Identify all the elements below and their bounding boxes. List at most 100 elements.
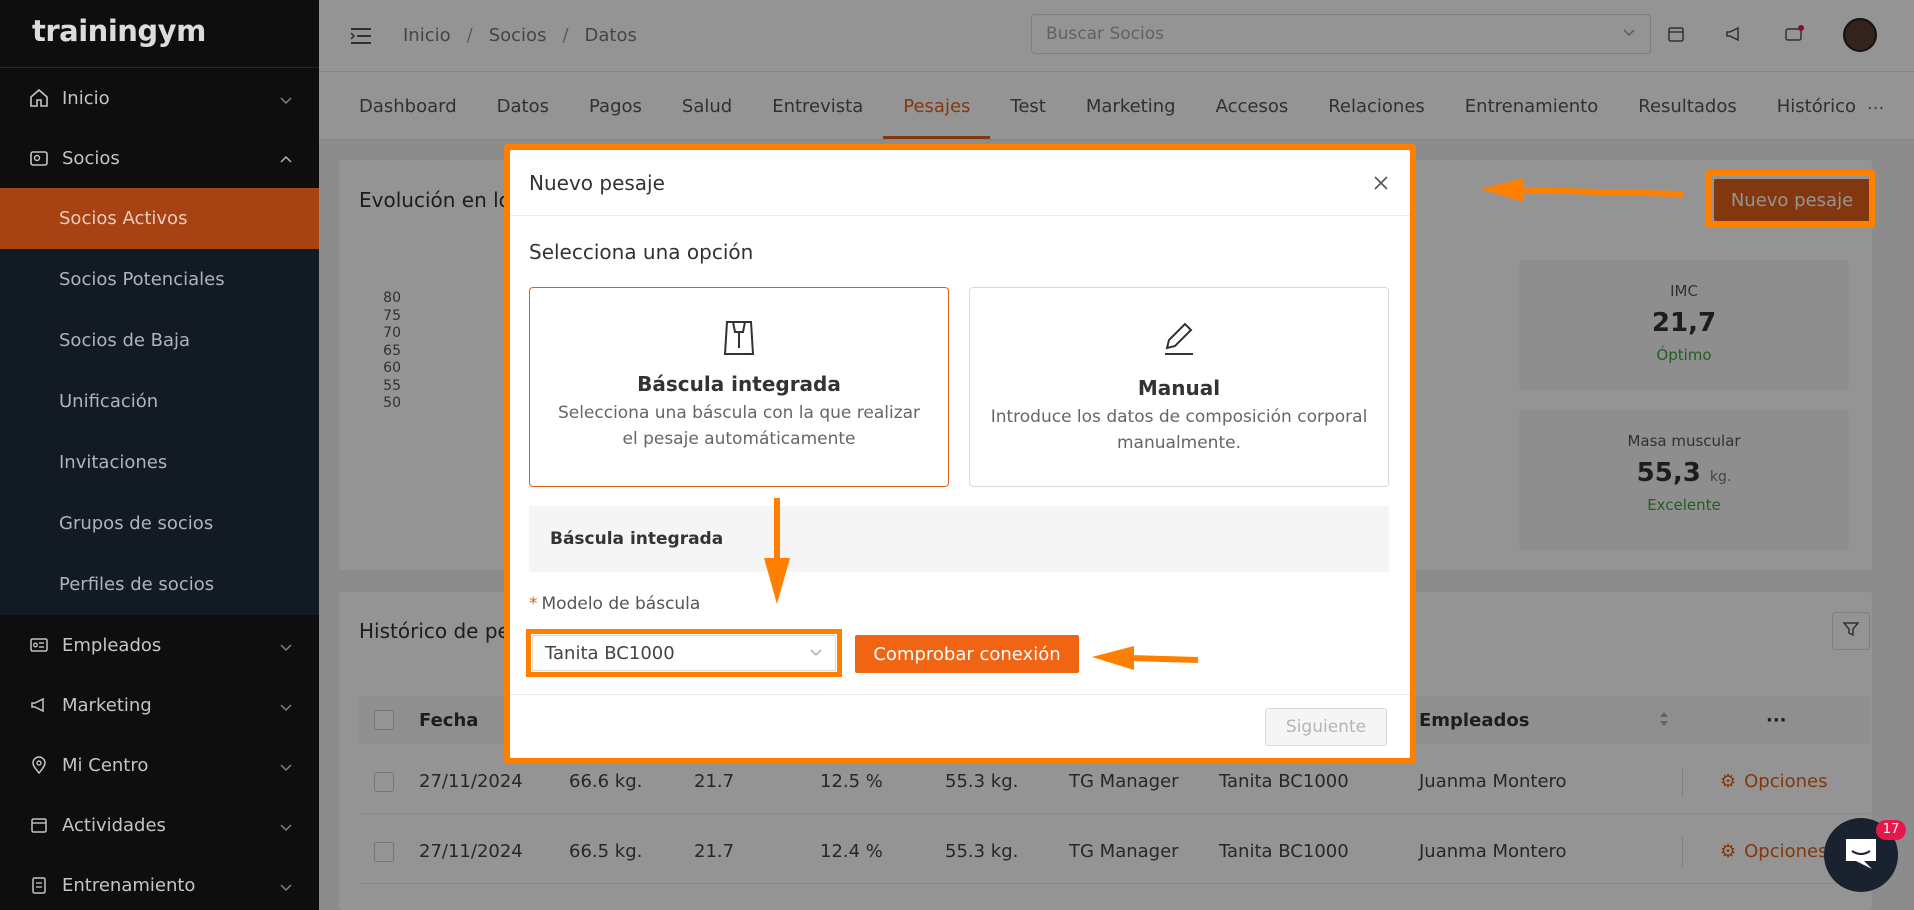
- y-tick-label: 70: [383, 325, 401, 341]
- cell-empleado: Juanma Montero: [1419, 771, 1567, 792]
- sidebar-subitem-grupos[interactable]: Grupos de socios: [0, 493, 319, 554]
- calendar-icon[interactable]: [1666, 24, 1688, 46]
- stat-masa-muscular: Masa muscular 55,3 kg. Excelente: [1519, 410, 1849, 550]
- options-link[interactable]: ⚙ Opciones: [1720, 841, 1828, 862]
- breadcrumb: Inicio / Socios / Datos: [403, 25, 637, 46]
- sidebar-subitem-unificacion[interactable]: Unificación: [0, 371, 319, 432]
- tab-dashboard[interactable]: Dashboard: [339, 96, 477, 139]
- option-title: Báscula integrada: [637, 372, 841, 396]
- arrow-left-icon: [1092, 646, 1199, 670]
- tabs-more-icon[interactable]: ···: [1867, 98, 1884, 119]
- tab-bar: Dashboard Datos Pagos Salud Entrevista Pesaje…: [319, 72, 1914, 140]
- breadcrumb-separator: /: [466, 25, 473, 46]
- sidebar-item-marketing[interactable]: Marketing: [0, 675, 319, 735]
- sidebar-item-label: Socios: [62, 147, 120, 169]
- tab-test[interactable]: Test: [990, 96, 1065, 139]
- sidebar-item-entrenamiento[interactable]: Entrenamiento: [0, 855, 319, 910]
- cell-fecha: 27/11/2024: [419, 771, 523, 792]
- breadcrumb-datos: Datos: [584, 25, 637, 46]
- home-icon: [28, 87, 50, 109]
- stat-value: 21,7: [1651, 308, 1717, 338]
- row-checkbox[interactable]: [374, 841, 394, 862]
- sidebar-item-label: Actividades: [62, 814, 166, 836]
- close-icon[interactable]: [1371, 173, 1391, 193]
- sidebar-item-inicio[interactable]: Inicio: [0, 68, 319, 128]
- modal-subtitle: Selecciona una opción: [529, 240, 754, 264]
- options-label: Opciones: [1744, 771, 1828, 792]
- y-tick-label: 65: [383, 342, 401, 359]
- evolution-y-axis: 80 75 70 65 60 55 50: [369, 290, 401, 413]
- stat-number: 55,3: [1636, 458, 1701, 488]
- sidebar-item-empleados[interactable]: Empleados: [0, 615, 319, 675]
- chevron-down-icon: [809, 643, 823, 664]
- sidebar-subitem-socios-activos[interactable]: Socios Activos: [0, 188, 319, 249]
- stat-title: IMC: [1670, 282, 1698, 300]
- cell-imc: 21.7: [694, 841, 735, 862]
- row-checkbox[interactable]: [374, 771, 394, 792]
- chevron-down-icon: [279, 698, 293, 712]
- col-fecha[interactable]: Fecha: [419, 710, 478, 731]
- y-tick-label: 80: [383, 290, 401, 306]
- sidebar: trainingym Inicio Socios Socios Activos …: [0, 0, 319, 910]
- user-avatar[interactable]: [1843, 18, 1877, 52]
- chat-notification-icon[interactable]: [1783, 24, 1805, 46]
- menu-toggle-icon[interactable]: [349, 26, 373, 46]
- tab-marketing[interactable]: Marketing: [1066, 96, 1196, 139]
- next-button[interactable]: Siguiente: [1265, 708, 1387, 746]
- option-title: Manual: [1137, 376, 1221, 400]
- tab-resultados[interactable]: Resultados: [1618, 96, 1756, 139]
- location-icon: [28, 754, 50, 776]
- app-logo[interactable]: trainingym: [0, 0, 319, 68]
- evolution-title: Evolución en lo: [359, 188, 511, 212]
- breadcrumb-socios[interactable]: Socios: [489, 25, 547, 46]
- tab-salud[interactable]: Salud: [662, 96, 752, 139]
- sidebar-subitem-perfiles[interactable]: Perfiles de socios: [0, 554, 319, 615]
- tab-pesajes[interactable]: Pesajes: [883, 96, 991, 139]
- cell-usuario: TG Manager: [1069, 771, 1179, 792]
- tab-accesos[interactable]: Accesos: [1196, 96, 1309, 139]
- filter-button[interactable]: [1832, 612, 1870, 650]
- tab-datos[interactable]: Datos: [477, 96, 569, 139]
- chevron-down-icon: [279, 638, 293, 652]
- modal-body: Selecciona una opción: [510, 240, 1410, 264]
- scale-model-select[interactable]: Tanita BC1000: [532, 635, 836, 671]
- id-card-icon: [28, 634, 50, 656]
- sidebar-item-mi-centro[interactable]: Mi Centro: [0, 735, 319, 795]
- check-connection-button[interactable]: Comprobar conexión: [855, 635, 1079, 673]
- socios-submenu: Socios Activos Socios Potenciales Socios…: [0, 188, 319, 615]
- tab-relaciones[interactable]: Relaciones: [1308, 96, 1445, 139]
- tab-historico[interactable]: Histórico: [1757, 96, 1876, 139]
- megaphone-icon: [28, 694, 50, 716]
- sidebar-subitem-invitaciones[interactable]: Invitaciones: [0, 432, 319, 493]
- highlight-new-weighing: [1705, 170, 1875, 228]
- tab-pagos[interactable]: Pagos: [569, 96, 662, 139]
- select-all-checkbox[interactable]: [374, 710, 394, 730]
- col-more[interactable]: ···: [1766, 710, 1787, 731]
- stat-status: Excelente: [1647, 496, 1721, 514]
- tab-entrevista[interactable]: Entrevista: [752, 96, 883, 139]
- sidebar-subitem-socios-potenciales[interactable]: Socios Potenciales: [0, 249, 319, 310]
- sidebar-item-label: Mi Centro: [62, 754, 149, 776]
- megaphone-icon[interactable]: [1724, 24, 1746, 46]
- sidebar-subitem-socios-baja[interactable]: Socios de Baja: [0, 310, 319, 371]
- required-asterisk: *: [529, 594, 538, 614]
- topbar: Inicio / Socios / Datos Buscar Socios: [319, 0, 1914, 72]
- sidebar-item-socios[interactable]: Socios: [0, 128, 319, 188]
- col-empleados[interactable]: Empleados: [1419, 710, 1529, 731]
- sidebar-item-label: Marketing: [62, 694, 152, 716]
- stat-title: Masa muscular: [1627, 432, 1741, 450]
- new-weighing-modal: Nuevo pesaje Selecciona una opción Báscu…: [510, 150, 1410, 758]
- option-manual[interactable]: Manual Introduce los datos de composició…: [969, 287, 1389, 487]
- y-tick-label: 60: [383, 360, 401, 376]
- option-integrated-scale[interactable]: Báscula integrada Selecciona una báscula…: [529, 287, 949, 487]
- table-row[interactable]: 27/11/2024 66.5 kg. 21.7 12.4 % 55.3 kg. TG M…: [358, 820, 1870, 884]
- options-link[interactable]: ⚙ Opciones: [1720, 771, 1828, 792]
- chevron-up-icon: [279, 151, 293, 165]
- sort-icon[interactable]: [1658, 710, 1670, 733]
- tab-entrenamiento[interactable]: Entrenamiento: [1445, 96, 1618, 139]
- breadcrumb-inicio[interactable]: Inicio: [403, 25, 451, 46]
- sidebar-item-actividades[interactable]: Actividades: [0, 795, 319, 855]
- clipboard-icon: [28, 874, 50, 896]
- sidebar-item-label: Entrenamiento: [62, 874, 196, 896]
- search-members-select[interactable]: Buscar Socios: [1031, 14, 1651, 54]
